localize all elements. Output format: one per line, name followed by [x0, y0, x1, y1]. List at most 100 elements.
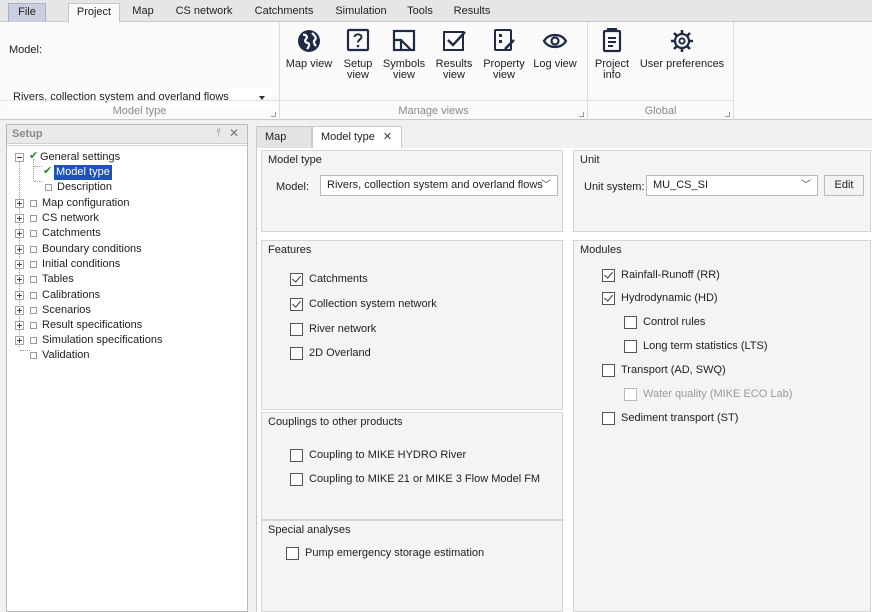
expand-icon[interactable]: [15, 275, 24, 284]
tab-model-type[interactable]: Model type ✕: [312, 126, 402, 148]
checkbox-checked-icon: [602, 269, 615, 282]
checkbox-label: Coupling to MIKE HYDRO River: [309, 449, 467, 461]
couplings-group: Couplings to other products Coupling to …: [261, 412, 563, 520]
tab-map[interactable]: Map: [124, 3, 162, 22]
expand-icon[interactable]: [15, 306, 24, 315]
ribbon-model-label: Model:: [9, 44, 43, 56]
tree-item-calibrations[interactable]: Calibrations: [7, 288, 245, 303]
unit-system-label: Unit system:: [584, 181, 645, 193]
expand-icon[interactable]: [15, 321, 24, 330]
checkbox-label: Water quality (MIKE ECO Lab): [643, 388, 793, 400]
tree-item-label: Model type: [54, 165, 112, 180]
expand-icon[interactable]: [15, 336, 24, 345]
expand-icon[interactable]: [15, 291, 24, 300]
unchecked-icon: [30, 292, 37, 299]
ribbon-group-model-type: Model: Rivers, collection system and ove…: [0, 22, 280, 120]
group-launcher-icon[interactable]: [271, 112, 276, 117]
expand-icon[interactable]: [15, 214, 24, 223]
tree-item-initial-conditions[interactable]: Initial conditions: [7, 257, 245, 272]
collapse-icon[interactable]: [15, 153, 24, 162]
tree-item-validation[interactable]: Validation: [7, 348, 245, 363]
symbols-view-label-2: view: [392, 69, 415, 81]
unchecked-icon: [30, 200, 37, 207]
tab-map-document[interactable]: Map: [256, 126, 312, 148]
unchecked-icon: [30, 307, 37, 314]
expand-icon[interactable]: [15, 229, 24, 238]
unchecked-icon: [30, 322, 37, 329]
unit-system-value: MU_CS_SI: [653, 179, 709, 191]
tab-file[interactable]: File: [8, 3, 46, 22]
symbols-view-button[interactable]: Symbols view: [380, 28, 428, 81]
results-view-label-2: view: [442, 69, 465, 81]
checkbox-disabled-icon: [624, 388, 637, 401]
group-separator: [588, 100, 734, 101]
tree-item-result-specifications[interactable]: Result specifications: [7, 318, 245, 333]
checkbox-label: Pump emergency storage estimation: [305, 547, 485, 559]
tree-item-scenarios[interactable]: Scenarios: [7, 303, 245, 318]
model-type-group: Model type Model: Rivers, collection sys…: [261, 150, 563, 232]
group-launcher-icon[interactable]: [579, 112, 584, 117]
tree-item-cs-network[interactable]: CS network: [7, 211, 245, 226]
tab-results[interactable]: Results: [444, 3, 500, 22]
document-tab-bar: Map Model type ✕: [252, 124, 872, 148]
tree-item-label: Boundary conditions: [42, 243, 142, 255]
tab-project[interactable]: Project: [68, 3, 120, 23]
pin-icon[interactable]: ⫯: [216, 127, 221, 140]
modules-title: Modules: [580, 244, 622, 256]
checkbox-unchecked-icon: [290, 323, 303, 336]
log-view-button[interactable]: Log view: [532, 28, 578, 70]
checkbox-unchecked-icon: [290, 449, 303, 462]
tab-tools[interactable]: Tools: [398, 3, 442, 22]
property-view-button[interactable]: Property view: [480, 28, 528, 81]
close-tab-icon[interactable]: ✕: [383, 131, 392, 143]
group-launcher-icon[interactable]: [725, 112, 730, 117]
model-type-select[interactable]: Rivers, collection system and overland f…: [320, 175, 558, 196]
tab-cs-network[interactable]: CS network: [168, 3, 240, 22]
expand-icon[interactable]: [15, 199, 24, 208]
edit-unit-button[interactable]: Edit: [824, 175, 864, 196]
tree-item-description[interactable]: Description: [7, 180, 245, 195]
tab-simulation[interactable]: Simulation: [326, 3, 396, 22]
unit-system-select[interactable]: MU_CS_SI ﹀: [646, 175, 818, 196]
tree-item-catchments[interactable]: Catchments: [7, 226, 245, 241]
tree-item-boundary-conditions[interactable]: Boundary conditions: [7, 242, 245, 257]
tab-label: Map: [265, 131, 287, 143]
checkbox-unchecked-icon: [624, 316, 637, 329]
check-icon: ✔: [43, 165, 53, 177]
tab-catchments[interactable]: Catchments: [246, 3, 322, 22]
features-group: Features Catchments Collection system ne…: [261, 240, 563, 410]
tree-item-model-type[interactable]: ✔ Model type: [7, 165, 245, 180]
unchecked-icon: [30, 276, 37, 283]
tab-label: Model type: [321, 131, 375, 143]
tree-item-tables[interactable]: Tables: [7, 272, 245, 287]
model-type-content: Model type Model: Rivers, collection sys…: [256, 148, 872, 612]
project-info-button[interactable]: Project info: [592, 28, 632, 81]
checkbox-label: Hydrodynamic (HD): [621, 292, 718, 304]
tree-item-label: Catchments: [42, 227, 101, 239]
checkbox-unchecked-icon: [286, 547, 299, 560]
symbols-icon: [392, 29, 416, 52]
tree-item-general-settings[interactable]: ✔ General settings: [7, 150, 245, 165]
setup-view-button[interactable]: Setup view: [338, 28, 378, 81]
ribbon-group-manage-views: Map view Setup view Symbols view Results…: [280, 22, 588, 120]
checkbox-unchecked-icon: [602, 364, 615, 377]
couplings-title: Couplings to other products: [268, 416, 403, 428]
tree-item-map-configuration[interactable]: Map configuration: [7, 196, 245, 211]
tree-item-simulation-specifications[interactable]: Simulation specifications: [7, 333, 245, 348]
group-separator: [280, 100, 588, 101]
ribbon-group-global: Project info User preferences Global: [588, 22, 734, 120]
tree-item-label: Result specifications: [42, 319, 143, 331]
expand-icon[interactable]: [15, 245, 24, 254]
user-preferences-button[interactable]: User preferences: [638, 28, 726, 70]
tree-item-label: Scenarios: [42, 304, 91, 316]
group-label-manage-views: Manage views: [398, 105, 469, 117]
tree-item-label: Initial conditions: [42, 258, 121, 270]
tree-item-label: Calibrations: [42, 289, 101, 301]
map-view-button[interactable]: Map view: [284, 28, 334, 70]
expand-icon[interactable]: [15, 260, 24, 269]
gear-icon: [671, 30, 693, 52]
results-view-button[interactable]: Results view: [432, 28, 476, 81]
model-field-label: Model:: [276, 181, 310, 193]
unit-title: Unit: [580, 154, 600, 166]
close-icon[interactable]: ✕: [229, 126, 239, 140]
